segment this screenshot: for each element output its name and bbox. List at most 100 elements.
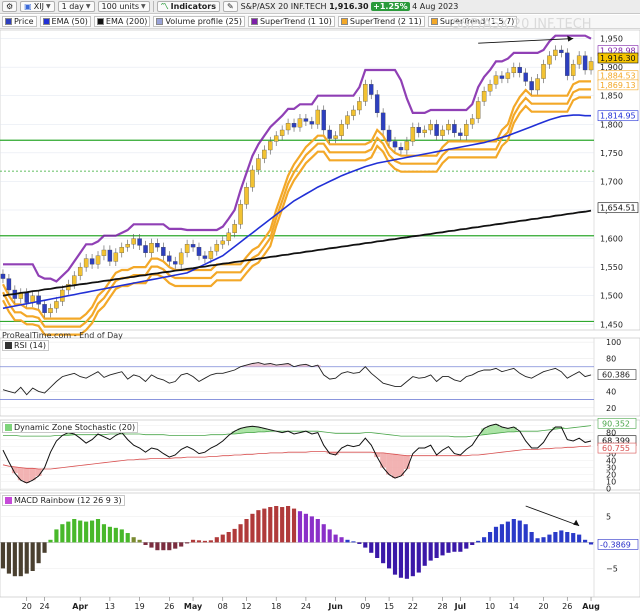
candle-body — [214, 244, 220, 252]
panel-swatch — [5, 497, 12, 504]
macd-bar — [386, 542, 392, 569]
chart-canvas[interactable]: 1,4501,5001,5501,6001,6501,7001,7501,800… — [0, 0, 640, 613]
candle-body — [475, 101, 481, 119]
rsi-panel-title: RSI (14) — [2, 340, 49, 351]
candle-body — [24, 292, 29, 303]
candle-body — [440, 129, 445, 136]
macd-bar — [458, 542, 463, 552]
macd-bar — [6, 542, 11, 574]
stoch-value-label: 90.352 — [602, 419, 630, 428]
macd-bar — [125, 533, 130, 543]
candle-body — [398, 146, 404, 151]
price-axis-badge-label: 1,884.53 — [600, 72, 636, 81]
macd-bar — [392, 542, 398, 575]
x-tick-label: 08 — [218, 602, 228, 611]
candle-body — [576, 55, 582, 65]
candle-body — [309, 121, 315, 125]
candle-body — [208, 250, 214, 259]
candle-body — [119, 246, 124, 254]
panel-swatch — [5, 424, 12, 431]
candle-body — [256, 158, 261, 171]
macd-bar — [161, 542, 166, 551]
price-y-tick-label: 1,700 — [600, 177, 623, 186]
macd-bar — [268, 507, 273, 543]
macd-bar — [42, 542, 47, 553]
x-tick-label: 10 — [485, 602, 495, 611]
candle-body — [42, 304, 47, 314]
macd-bar — [511, 519, 516, 543]
candle-body — [582, 55, 588, 71]
price-y-tick-label: 1,950 — [600, 35, 623, 44]
candle-body — [297, 118, 303, 128]
macd-bar — [155, 542, 160, 551]
macd-bar — [333, 534, 338, 543]
candle-body — [392, 141, 398, 148]
macd-bar — [119, 529, 124, 543]
macd-bar — [303, 513, 308, 543]
x-tick-label: 24 — [301, 602, 311, 611]
macd-bar — [464, 542, 469, 549]
candle-body — [565, 52, 570, 76]
macd-bar — [523, 524, 528, 543]
candle-body — [173, 261, 178, 265]
macd-bar — [565, 532, 570, 543]
stoch-upper-fill — [504, 428, 511, 432]
candle-body — [6, 278, 12, 291]
macd-bar — [214, 537, 219, 543]
candle-body — [529, 81, 534, 91]
macd-bar — [345, 539, 350, 543]
candle-body — [386, 129, 392, 142]
candle-body — [481, 90, 487, 102]
candle-body — [202, 255, 208, 259]
macd-bar — [446, 542, 451, 553]
rsi-y-tick-label: 20 — [606, 404, 616, 413]
macd-bar — [440, 542, 445, 556]
candle-body — [190, 244, 196, 248]
macd-bar — [48, 539, 53, 543]
macd-bar — [547, 534, 552, 543]
candle-body — [487, 84, 493, 92]
candle-body — [226, 232, 231, 242]
candle-body — [535, 78, 540, 91]
macd-bar — [36, 542, 41, 564]
macd-bar — [493, 526, 499, 543]
candle-body — [523, 72, 528, 82]
macd-bar — [535, 538, 540, 543]
macd-bar — [256, 510, 261, 543]
stochastic-panel-title: Dynamic Zone Stochastic (20) — [2, 422, 139, 433]
candle-body — [315, 109, 321, 125]
candle-body — [60, 289, 65, 302]
macd-value-label: -0.3869 — [600, 540, 631, 549]
candle-body — [588, 61, 594, 71]
candle-body — [303, 118, 309, 122]
macd-bar — [143, 542, 148, 545]
price-y-tick-label: 1,800 — [600, 120, 623, 129]
macd-bar — [173, 542, 178, 549]
x-tick-label: 19 — [134, 602, 144, 611]
macd-bar — [553, 532, 558, 543]
candle-body — [89, 258, 95, 265]
x-tick-label: Jun — [327, 602, 343, 611]
macd-bar — [291, 508, 297, 543]
x-tick-label: 12 — [241, 602, 251, 611]
candle-body — [493, 75, 499, 85]
macd-bar — [517, 520, 522, 543]
macd-bar — [196, 540, 202, 543]
macd-bar — [202, 540, 208, 543]
macd-bar — [208, 540, 213, 543]
macd-bar — [363, 542, 368, 548]
macd-bar — [280, 507, 285, 543]
candle-body — [262, 149, 267, 159]
candle-body — [446, 124, 451, 131]
macd-bar — [30, 542, 35, 571]
price-y-tick-label: 1,850 — [600, 92, 623, 101]
macd-bar — [351, 541, 356, 543]
macd-bar — [107, 526, 112, 543]
macd-bar — [297, 511, 303, 543]
rsi-value-label: 60.386 — [602, 371, 630, 380]
macd-bar — [238, 524, 243, 543]
macd-bar — [137, 539, 142, 543]
stoch-upper-fill — [249, 426, 256, 433]
candle-body — [570, 64, 576, 76]
source-label: ProRealTime.com - End of Day — [2, 331, 123, 340]
